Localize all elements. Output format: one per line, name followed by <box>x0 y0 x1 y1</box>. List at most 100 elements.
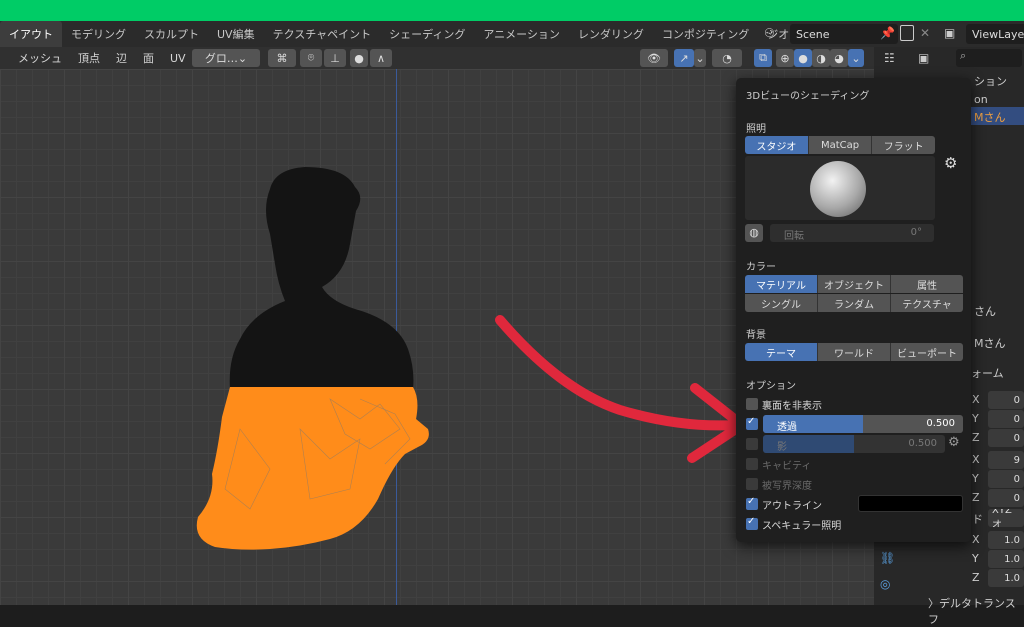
rotation-field[interactable]: 回転 0° <box>770 224 934 242</box>
specular-checkbox[interactable] <box>746 516 758 530</box>
display-mode-icon[interactable]: ▣ <box>918 51 929 65</box>
cavity-checkbox[interactable] <box>746 458 758 470</box>
color-material[interactable]: マテリアル <box>745 275 818 293</box>
rotation-mode-dropdown[interactable]: XYZ オ <box>988 509 1024 527</box>
search-icon: ⌕ <box>960 49 967 62</box>
shadow-slider[interactable]: 影 0.500 <box>763 435 945 453</box>
options-label: オプション <box>746 381 796 392</box>
studio-light-preview[interactable] <box>745 156 935 220</box>
delta-transform-header[interactable]: 〉デルタトランスフ <box>928 595 1024 627</box>
dof-label: 被写界深度 <box>762 481 812 492</box>
color-object[interactable]: オブジェクト <box>818 275 891 293</box>
tab-sculpt[interactable]: スカルプト <box>135 21 208 47</box>
rotation-mode-label: ド <box>972 513 983 526</box>
settings-gear-icon[interactable]: ⚙ <box>944 154 957 172</box>
color-texture[interactable]: テクスチャ <box>891 294 963 312</box>
editor-type-icon[interactable]: ☷ <box>884 51 895 65</box>
outline-color-swatch[interactable] <box>858 495 963 512</box>
tab-animation[interactable]: アニメーション <box>474 21 569 47</box>
menu-mesh[interactable]: メッシュ <box>10 50 70 66</box>
tab-physics-icon[interactable]: ⛓ <box>880 551 895 565</box>
shading-material[interactable]: ◑ <box>812 49 830 67</box>
popup-title: 3Dビューのシェーディング <box>746 91 870 102</box>
view-layer-icon[interactable]: ▣ <box>944 26 955 40</box>
shadow-settings-gear-icon[interactable]: ⚙ <box>948 435 960 450</box>
shadow-value: 0.500 <box>908 438 937 449</box>
studio-sphere <box>810 161 866 217</box>
lighting-selector: スタジオ MatCap フラット <box>745 136 935 154</box>
outline-checkbox[interactable] <box>746 496 758 510</box>
loc-z-field[interactable]: 0 <box>988 429 1024 447</box>
tab-modeling[interactable]: モデリング <box>62 21 135 47</box>
gizmo-toggle[interactable]: ↗ <box>674 49 694 67</box>
loc-z-label: Z <box>972 431 980 444</box>
color-attribute[interactable]: 属性 <box>891 275 963 293</box>
color-selector-row1: マテリアル オブジェクト 属性 <box>745 275 963 293</box>
backface-checkbox[interactable] <box>746 398 758 410</box>
view-layer-name: ViewLayer <box>972 27 1024 41</box>
world-space-toggle[interactable]: ◍ <box>745 224 763 242</box>
loc-x-field[interactable]: 0 <box>988 391 1024 409</box>
lighting-studio[interactable]: スタジオ <box>745 136 809 154</box>
xray-alpha-slider[interactable]: 透過 0.500 <box>763 415 963 433</box>
new-scene-icon[interactable] <box>900 25 914 41</box>
view-layer-selector[interactable]: ViewLayer <box>966 24 1024 44</box>
shadow-checkbox[interactable] <box>746 438 758 450</box>
lighting-matcap[interactable]: MatCap <box>808 136 873 154</box>
shading-rendered[interactable]: ◕ <box>830 49 848 67</box>
shading-wireframe[interactable]: ⊕ <box>776 49 794 67</box>
menu-uv[interactable]: UV <box>162 52 194 65</box>
tab-constraints-icon[interactable]: ◎ <box>880 577 890 591</box>
scale-z-field[interactable]: 1.0 <box>988 569 1024 587</box>
pin-icon[interactable]: 📌 <box>880 26 895 40</box>
overlay-toggle[interactable]: ◔ <box>712 49 742 67</box>
color-selector-row2: シングル ランダム テクスチャ <box>745 294 963 312</box>
transform-header: ォーム <box>971 367 1004 380</box>
rot-x-field[interactable]: 9 <box>988 451 1024 469</box>
menu-face[interactable]: 面 <box>135 50 162 66</box>
tab-rendering[interactable]: レンダリング <box>569 21 653 47</box>
gizmo-dropdown[interactable]: ⌄ <box>694 49 706 67</box>
tab-shading[interactable]: シェーディング <box>380 21 474 47</box>
loc-y-field[interactable]: 0 <box>988 410 1024 428</box>
tab-layout[interactable]: イアウト <box>0 21 62 47</box>
tab-uv-editing[interactable]: UV編集 <box>208 21 264 47</box>
visibility-dropdown[interactable]: 👁 <box>640 49 668 67</box>
proportional-toggle[interactable]: ● <box>350 49 368 67</box>
snap-dropdown[interactable]: ⊥ <box>324 49 346 67</box>
orientation-dropdown[interactable]: グロ… ⌄ <box>192 49 260 67</box>
scene-name: Scene <box>796 27 830 41</box>
outliner-selected-label: Mさん <box>974 111 1006 124</box>
background-world[interactable]: ワールド <box>818 343 891 361</box>
pivot-dropdown[interactable]: ⌘ <box>268 49 296 67</box>
snap-toggle[interactable]: ⌾ <box>300 49 322 67</box>
lighting-flat[interactable]: フラット <box>872 136 935 154</box>
background-viewport[interactable]: ビューポート <box>891 343 963 361</box>
xray-toggle[interactable]: ⧉ <box>754 49 772 67</box>
shading-popover-button[interactable]: ⌄ <box>848 49 864 67</box>
proportional-falloff[interactable]: ∧ <box>370 49 392 67</box>
top-banner <box>0 0 1024 21</box>
shading-solid[interactable]: ● <box>794 49 812 67</box>
outliner-row[interactable]: on <box>974 93 988 106</box>
background-theme[interactable]: テーマ <box>745 343 818 361</box>
rot-y-label: Y <box>972 472 979 485</box>
tab-texture-paint[interactable]: テクスチャペイント <box>264 21 381 47</box>
scale-x-label: X <box>972 533 980 546</box>
search-field[interactable]: ⌕ <box>956 49 1022 67</box>
rot-z-field[interactable]: 0 <box>988 489 1024 507</box>
color-single[interactable]: シングル <box>745 294 818 312</box>
close-icon[interactable]: ✕ <box>920 26 930 40</box>
menu-edge[interactable]: 辺 <box>108 50 135 66</box>
dof-checkbox[interactable] <box>746 478 758 490</box>
scale-x-field[interactable]: 1.0 <box>988 531 1024 549</box>
viewport-shading-popover: 3Dビューのシェーディング 照明 スタジオ MatCap フラット ⚙ ◍ 回転… <box>736 78 971 542</box>
menu-vertex[interactable]: 頂点 <box>70 50 108 66</box>
color-random[interactable]: ランダム <box>818 294 891 312</box>
xray-checkbox[interactable] <box>746 416 758 430</box>
rot-y-field[interactable]: 0 <box>988 470 1024 488</box>
rotation-label: 回転 <box>784 231 804 242</box>
tab-compositing[interactable]: コンポジティング <box>653 21 758 47</box>
scene-icon[interactable]: ⚇ <box>764 26 775 40</box>
scale-y-field[interactable]: 1.0 <box>988 550 1024 568</box>
